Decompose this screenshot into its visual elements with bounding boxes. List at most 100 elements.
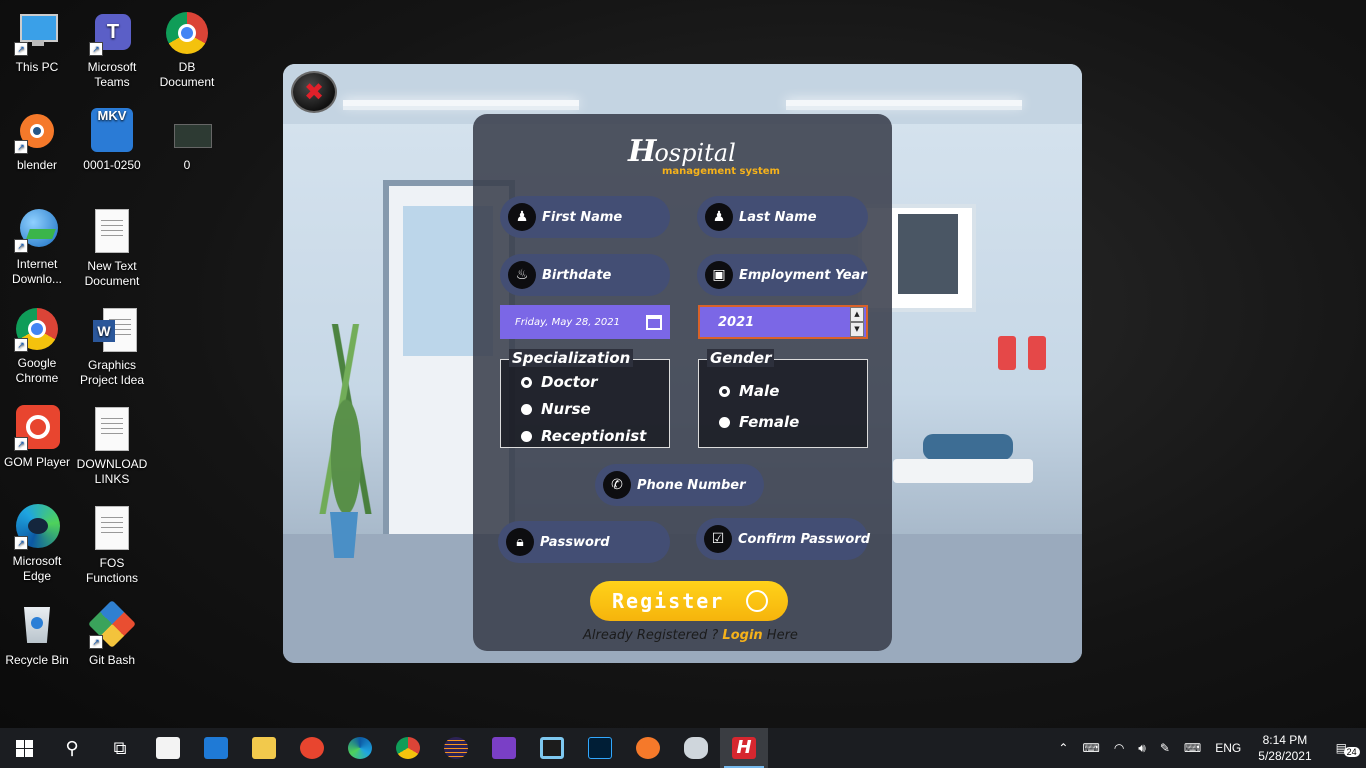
specialization-group: Specialization Doctor Nurse Receptionist bbox=[500, 349, 670, 448]
taskbar-app-generic[interactable] bbox=[528, 728, 576, 768]
radio-receptionist[interactable]: Receptionist bbox=[521, 427, 646, 445]
desktop-icon-this-pc[interactable]: ↗ This PC bbox=[1, 10, 73, 75]
radio-unselected-icon bbox=[521, 403, 532, 415]
desktop-icon-teams[interactable]: T ↗ Microsoft Teams bbox=[76, 10, 148, 90]
radio-unselected-icon bbox=[521, 430, 532, 442]
blender-icon: ↗ bbox=[14, 108, 60, 154]
desktop-icon-db-document[interactable]: DB Document bbox=[151, 10, 223, 90]
desktop-icon-download-links[interactable]: DOWNLOAD LINKS bbox=[76, 405, 148, 487]
language-indicator[interactable]: ENG bbox=[1215, 741, 1241, 755]
desktop-icon-git-bash[interactable]: ↗ Git Bash bbox=[76, 599, 148, 668]
radio-unselected-icon bbox=[719, 416, 730, 428]
clock-time: 8:14 PM bbox=[1262, 733, 1308, 747]
git-bash-icon: ↗ bbox=[87, 599, 137, 649]
lock-icon: 🔒︎ bbox=[506, 528, 534, 556]
taskbar-visual-studio[interactable] bbox=[480, 728, 528, 768]
birthdate-picker[interactable]: Friday, May 28, 2021 bbox=[500, 305, 670, 339]
desktop-icon-mkv[interactable]: MKV 0001-0250 bbox=[76, 108, 148, 173]
password-placeholder: Password bbox=[540, 534, 610, 550]
desktop-icon-microsoft-edge[interactable]: ↗ Microsoft Edge bbox=[1, 504, 73, 584]
password-field[interactable]: 🔒︎ Password bbox=[498, 521, 670, 563]
registration-panel: Hospital management system ♟ First Name … bbox=[473, 114, 892, 651]
spin-down-button[interactable]: ▼ bbox=[850, 322, 864, 337]
wifi-icon[interactable]: ◠ bbox=[1114, 741, 1124, 755]
eclipse-icon bbox=[444, 737, 468, 759]
taskbar-mail[interactable] bbox=[192, 728, 240, 768]
radio-nurse[interactable]: Nurse bbox=[521, 400, 591, 418]
text-file-icon bbox=[89, 209, 135, 255]
ceiling-lamp bbox=[343, 100, 579, 106]
teams-icon: T ↗ bbox=[89, 10, 135, 56]
desktop-icon-blender[interactable]: ↗ blender bbox=[1, 108, 73, 173]
taskbar-hospital-app[interactable]: H bbox=[720, 728, 768, 768]
user-icon: ♟ bbox=[705, 203, 733, 231]
phone-icon: ✆ bbox=[603, 471, 631, 499]
hospital-app-window: ✖ Hospital management system ♟ First Nam… bbox=[283, 64, 1082, 663]
search-icon: ⚲ bbox=[65, 737, 79, 759]
app-title-rest: ospital bbox=[654, 139, 736, 167]
desktop-icon-0[interactable]: 0 bbox=[151, 108, 223, 173]
taskbar-photoshop[interactable] bbox=[576, 728, 624, 768]
desktop-icon-graphics-project-idea[interactable]: W Graphics Project Idea bbox=[76, 306, 148, 388]
background-pillow bbox=[923, 434, 1013, 460]
radio-male[interactable]: Male bbox=[719, 382, 779, 400]
internet-download-manager-icon: ↗ bbox=[14, 207, 60, 253]
calendar-icon[interactable] bbox=[646, 314, 662, 330]
taskbar-database-tool[interactable] bbox=[672, 728, 720, 768]
store-icon bbox=[156, 737, 180, 759]
taskbar-gom-player[interactable] bbox=[288, 728, 336, 768]
taskbar-eclipse[interactable] bbox=[432, 728, 480, 768]
taskbar-edge[interactable] bbox=[336, 728, 384, 768]
desktop-icon-fos-functions[interactable]: FOS Functions bbox=[76, 504, 148, 586]
windows-icon bbox=[15, 739, 33, 757]
clock-date: 5/28/2021 bbox=[1258, 749, 1312, 763]
register-label: Register bbox=[612, 589, 725, 613]
radio-female[interactable]: Female bbox=[719, 413, 799, 431]
desktop-icon-new-text-document[interactable]: New Text Document bbox=[76, 207, 148, 289]
edge-icon: ↗ bbox=[14, 504, 60, 550]
volume-icon[interactable]: 🔊︎ bbox=[1138, 741, 1146, 756]
phone-number-field[interactable]: ✆ Phone Number bbox=[595, 464, 764, 506]
text-file-icon bbox=[89, 506, 135, 552]
desktop-icon-recycle-bin[interactable]: Recycle Bin bbox=[1, 603, 73, 668]
input-method-icon[interactable]: ⌨ bbox=[1082, 741, 1099, 755]
employment-year-value: 2021 bbox=[718, 314, 755, 330]
keyboard-icon[interactable]: ⌨ bbox=[1184, 741, 1201, 755]
chrome-icon bbox=[164, 10, 210, 56]
desktop-icon-idm[interactable]: ↗ Internet Downlo... bbox=[1, 207, 73, 287]
close-icon: ✖ bbox=[303, 78, 325, 106]
task-view-button[interactable]: ⧉ bbox=[96, 728, 144, 768]
app-icon bbox=[540, 737, 564, 759]
register-button[interactable]: Register bbox=[590, 581, 788, 621]
ceiling-lamp bbox=[786, 100, 1022, 106]
spin-up-button[interactable]: ▲ bbox=[850, 307, 864, 322]
taskbar-chrome[interactable] bbox=[384, 728, 432, 768]
desktop-icon-gom-player[interactable]: ↗ GOM Player bbox=[1, 405, 73, 470]
text-file-icon bbox=[89, 407, 135, 453]
taskbar-blender[interactable] bbox=[624, 728, 672, 768]
desktop-icon-google-chrome[interactable]: ↗ Google Chrome bbox=[1, 306, 73, 386]
radio-doctor[interactable]: Doctor bbox=[521, 373, 598, 391]
chevron-up-icon[interactable]: ⌃ bbox=[1058, 741, 1068, 755]
employment-year-label: Employment Year bbox=[739, 267, 867, 283]
notification-center-button[interactable]: ▤ 24 bbox=[1329, 741, 1360, 757]
last-name-field[interactable]: ♟ Last Name bbox=[697, 196, 868, 238]
taskbar-store[interactable] bbox=[144, 728, 192, 768]
employment-year-stepper[interactable]: 2021 ▲ ▼ bbox=[698, 305, 868, 339]
taskbar-file-explorer[interactable] bbox=[240, 728, 288, 768]
taskbar: ⚲ ⧉ H ⌃ ⌨ ◠ 🔊︎ ✎ ⌨ ENG 8:14 PM 5/28/2021… bbox=[0, 728, 1366, 768]
clock[interactable]: 8:14 PM 5/28/2021 bbox=[1258, 732, 1311, 764]
video-thumbnail-icon bbox=[164, 108, 212, 154]
search-button[interactable]: ⚲ bbox=[48, 728, 96, 768]
first-name-placeholder: First Name bbox=[542, 209, 623, 225]
pen-icon[interactable]: ✎ bbox=[1160, 741, 1170, 755]
cake-icon: ♨ bbox=[508, 261, 536, 289]
app-subtitle: management system bbox=[662, 166, 780, 177]
system-tray: ⌃ ⌨ ◠ 🔊︎ ✎ ⌨ ENG 8:14 PM 5/28/2021 ▤ 24 bbox=[1051, 728, 1366, 768]
start-button[interactable] bbox=[0, 728, 48, 768]
confirm-password-field[interactable]: ☑ Confirm Password bbox=[696, 518, 870, 560]
last-name-placeholder: Last Name bbox=[739, 209, 817, 225]
login-link[interactable]: Login bbox=[722, 628, 762, 643]
first-name-field[interactable]: ♟ First Name bbox=[500, 196, 670, 238]
close-button[interactable]: ✖ bbox=[291, 71, 337, 113]
